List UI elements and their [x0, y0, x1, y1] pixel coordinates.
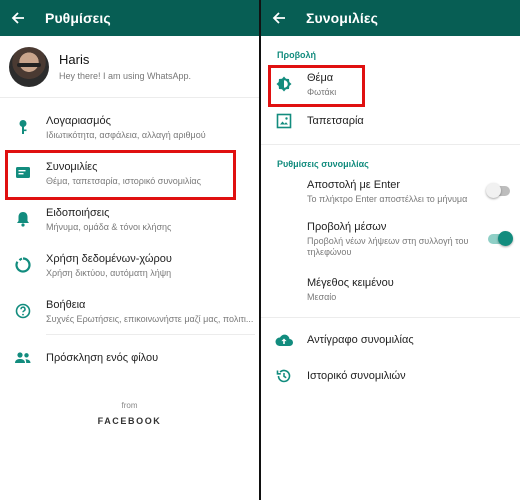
settings-item-help[interactable]: Βοήθεια Συχνές Ερωτήσεις, επικοινωνήστε … — [0, 288, 259, 334]
settings-item-notifications[interactable]: Ειδοποιήσεις Μήνυμα, ομάδα & τόνοι κλήση… — [0, 196, 259, 242]
wallpaper-item[interactable]: Ταπετσαρία — [261, 104, 520, 138]
enter-is-send-item[interactable]: Αποστολή με Enter Το πλήκτρο Enter αποστ… — [261, 171, 520, 211]
footer-brand: FACEBOOK — [97, 416, 162, 426]
font-size-label: Μέγεθος κειμένου — [307, 276, 394, 289]
profile-row[interactable]: Haris Hey there! I am using WhatsApp. — [0, 36, 259, 98]
cloud-upload-icon — [275, 331, 293, 349]
settings-item-label: Βοήθεια — [46, 298, 86, 311]
divider — [261, 144, 520, 145]
media-visibility-item[interactable]: Προβολή μέσων Προβολή νέων λήψεων στη συ… — [261, 211, 520, 267]
theme-label: Θέμα — [307, 71, 334, 84]
people-icon — [14, 349, 32, 367]
section-title-chat-settings: Ρυθμίσεις συνομιλίας — [277, 159, 369, 169]
divider — [261, 317, 520, 318]
chat-backup-label: Αντίγραφο συνομιλίας — [307, 334, 414, 346]
settings-item-subtitle: Χρήση δικτύου, αυτόματη λήψη — [46, 267, 172, 278]
section-title-display: Προβολή — [277, 50, 317, 60]
enter-is-send-subtitle: Το πλήκτρο Enter αποστέλλει το μήνυμα — [307, 193, 468, 204]
back-arrow-icon[interactable] — [270, 9, 288, 27]
toggle-knob — [498, 231, 513, 246]
media-visibility-label: Προβολή μέσων — [307, 221, 387, 233]
profile-name: Haris — [59, 52, 90, 67]
data-usage-icon — [14, 256, 32, 274]
settings-item-subtitle: Ιδιωτικότητα, ασφάλεια, αλλαγή αριθμού — [46, 129, 206, 140]
settings-appbar: Ρυθμίσεις — [0, 0, 259, 36]
settings-item-subtitle: Θέμα, ταπετσαρία, ιστορικό συνομιλίας — [46, 175, 201, 186]
wallpaper-label: Ταπετσαρία — [307, 115, 364, 127]
settings-item-label: Χρήση δεδομένων-χώρου — [46, 252, 172, 265]
settings-item-label: Λογαριασμός — [46, 114, 111, 127]
key-icon — [14, 118, 32, 136]
media-visibility-toggle[interactable] — [488, 231, 513, 246]
settings-item-label: Ειδοποιήσεις — [46, 206, 110, 219]
settings-screen: Ρυθμίσεις Haris Hey there! I am using Wh… — [0, 0, 259, 500]
page-title: Συνομιλίες — [306, 10, 378, 26]
settings-item-chats[interactable]: Συνομιλίες Θέμα, ταπετσαρία, ιστορικό συ… — [0, 150, 259, 196]
page-title: Ρυθμίσεις — [45, 10, 111, 26]
toggle-knob — [486, 183, 501, 198]
media-visibility-subtitle-line2: τηλεφώνου — [307, 247, 352, 257]
chat-backup-item[interactable]: Αντίγραφο συνομιλίας — [261, 322, 520, 358]
enter-is-send-label: Αποστολή με Enter — [307, 178, 401, 191]
avatar[interactable] — [9, 46, 49, 87]
wallpaper-icon — [275, 112, 293, 130]
font-size-item[interactable]: Μέγεθος κειμένου Μεσαίο — [261, 267, 520, 311]
back-arrow-icon[interactable] — [9, 9, 27, 27]
profile-status: Hey there! I am using WhatsApp. — [59, 71, 192, 81]
chats-appbar: Συνομιλίες — [261, 0, 520, 36]
chat-history-item[interactable]: Ιστορικό συνομιλιών — [261, 358, 520, 394]
settings-item-account[interactable]: Λογαριασμός Ιδιωτικότητα, ασφάλεια, αλλα… — [0, 104, 259, 150]
enter-is-send-toggle[interactable] — [486, 183, 510, 198]
settings-item-data-storage[interactable]: Χρήση δεδομένων-χώρου Χρήση δικτύου, αυτ… — [0, 242, 259, 288]
theme-value: Φωτάκι — [307, 86, 337, 97]
settings-item-subtitle: Συχνές Ερωτήσεις, επικοινωνήστε μαζί μας… — [46, 313, 254, 324]
media-visibility-subtitle: Προβολή νέων λήψεων στη συλλογή του — [307, 236, 469, 246]
chat-icon — [14, 164, 32, 182]
chats-settings-screen: Συνομιλίες Προβολή Θέμα Φωτάκι Ταπετσαρί… — [261, 0, 520, 500]
theme-icon — [275, 75, 293, 93]
help-icon — [14, 302, 32, 320]
history-icon — [275, 367, 293, 385]
bell-icon — [14, 210, 32, 228]
settings-item-label: Συνομιλίες — [46, 160, 98, 173]
invite-friend-item[interactable]: Πρόσκληση ενός φίλου — [0, 335, 259, 381]
theme-item[interactable]: Θέμα Φωτάκι — [261, 64, 520, 104]
invite-friend-label: Πρόσκληση ενός φίλου — [46, 352, 159, 364]
chat-history-label: Ιστορικό συνομιλιών — [307, 370, 406, 382]
settings-item-subtitle: Μήνυμα, ομάδα & τόνοι κλήσης — [46, 221, 172, 232]
font-size-value: Μεσαίο — [307, 291, 337, 302]
footer-from: from — [121, 401, 138, 410]
